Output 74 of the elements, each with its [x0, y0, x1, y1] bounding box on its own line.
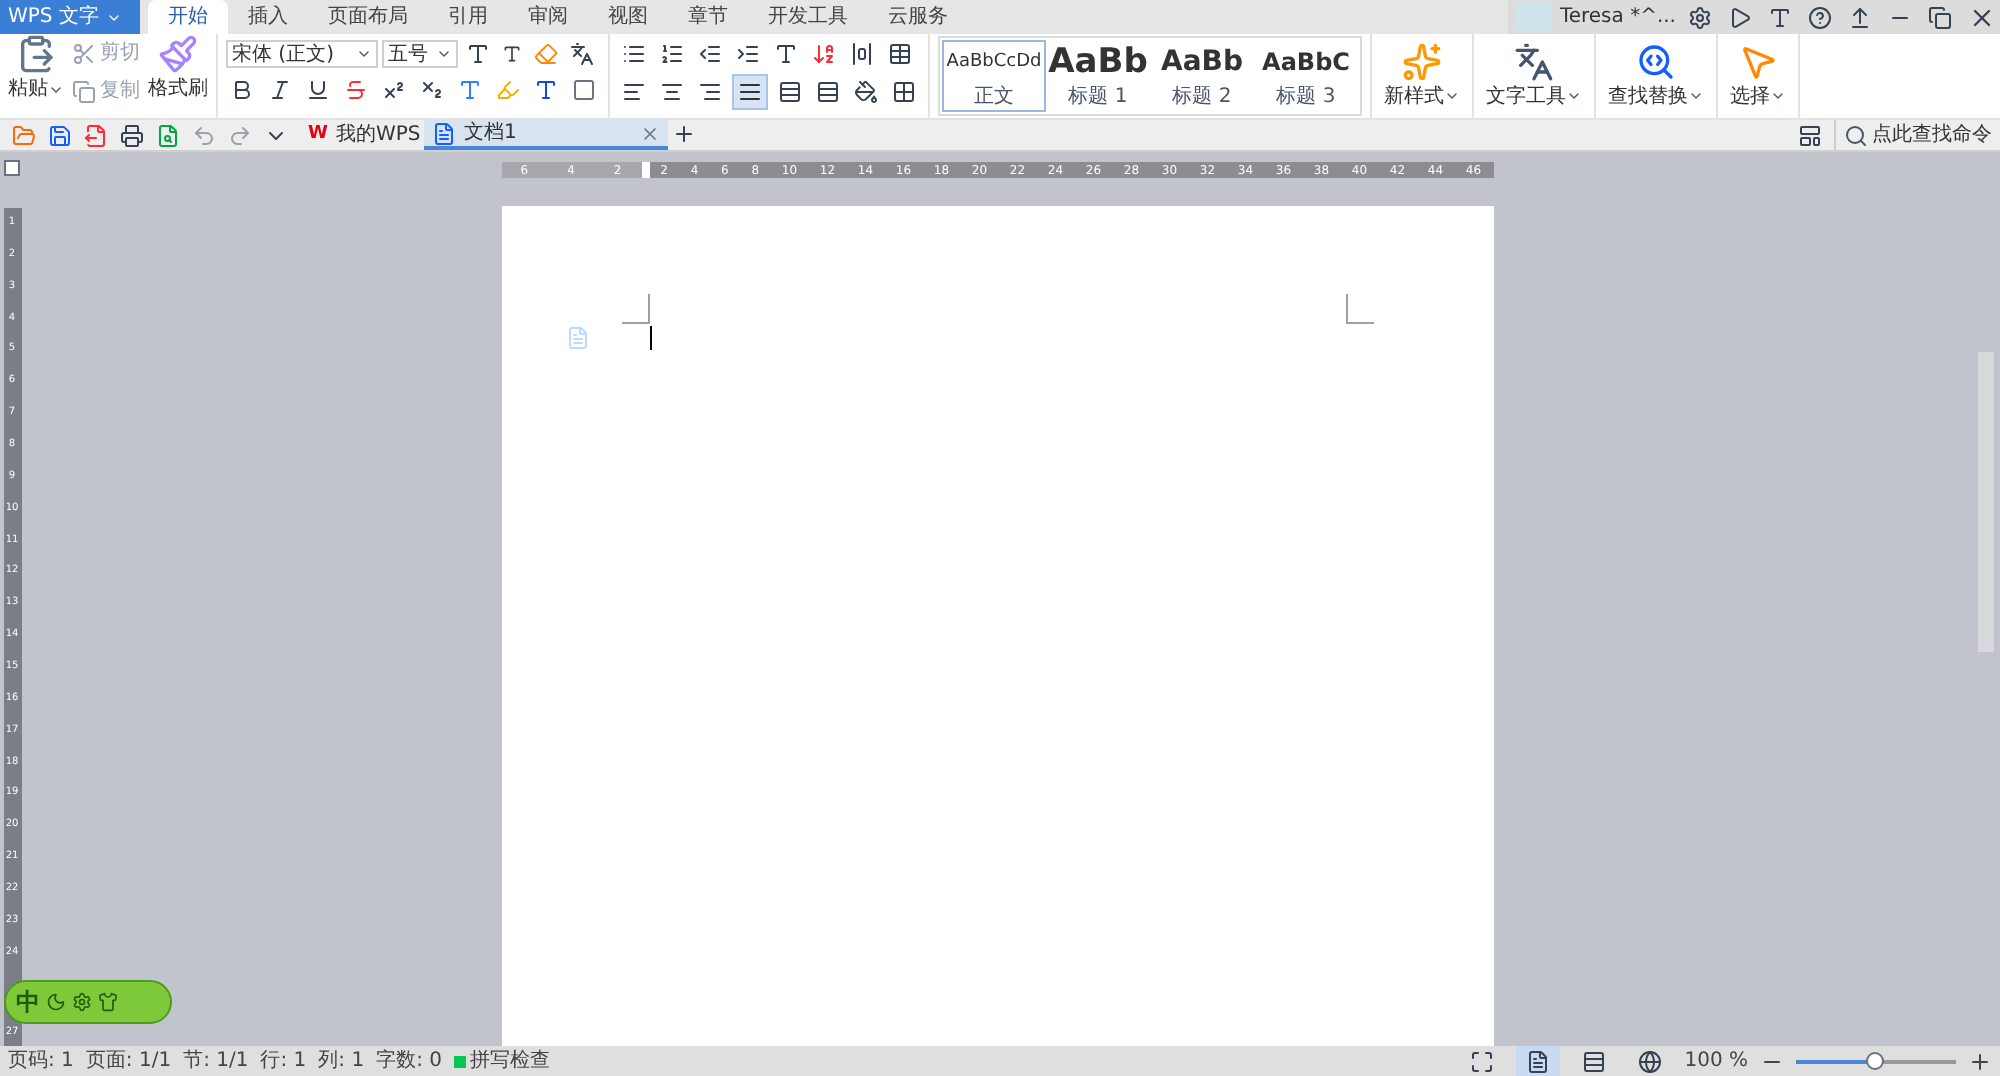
menu-tab[interactable]: 视图	[588, 0, 668, 34]
zoom-text: 100 %	[1684, 1048, 1748, 1076]
paste-button[interactable]: 粘贴	[8, 34, 64, 104]
close-tab-icon	[640, 123, 660, 143]
status-text: 页面: 1/1	[85, 1048, 172, 1076]
search-icon	[1844, 123, 1868, 147]
border-icon[interactable]	[888, 76, 920, 108]
caret-icon	[436, 46, 452, 62]
command-search-field[interactable]: 点此查找命令	[1834, 120, 1992, 150]
style-option[interactable]: AaBb 标题 2	[1150, 40, 1254, 112]
help-icon[interactable]	[1804, 1, 1836, 33]
caret-icon	[1444, 88, 1460, 104]
indent-marker-icon	[641, 162, 649, 178]
wps-logo: W	[308, 121, 328, 148]
view-mode-button[interactable]	[1516, 1046, 1561, 1076]
view-icon	[1638, 1049, 1663, 1073]
status-text: 页码: 1	[8, 1048, 74, 1076]
document-tab[interactable]: 文档1	[424, 120, 668, 150]
moon-icon	[46, 992, 66, 1012]
spell-check[interactable]: 拼写检查	[454, 1046, 550, 1076]
justify-lines-icon	[738, 80, 762, 104]
caret-icon	[356, 46, 372, 62]
restore-icon[interactable]	[1924, 1, 1956, 33]
style-option[interactable]: AaBb 标题 1	[1046, 40, 1150, 112]
caret-icon	[1566, 88, 1582, 104]
document-icon	[432, 121, 456, 145]
shading-icon[interactable]	[850, 76, 882, 108]
caret-icon	[1688, 88, 1704, 104]
input-method-bar[interactable]: 中	[4, 980, 172, 1024]
text-cursor	[650, 326, 652, 350]
sparkle-letter-icon	[1402, 41, 1442, 81]
zoom-in-icon	[1968, 1049, 1992, 1073]
app-menu-button[interactable]: WPS 文字	[0, 0, 140, 34]
magnifier-icon	[1636, 41, 1676, 81]
printer-icon[interactable]	[116, 119, 148, 151]
scissors-icon	[72, 41, 96, 65]
corner-mark	[1346, 294, 1374, 324]
status-text: 行: 1	[260, 1048, 307, 1076]
caret-icon	[1770, 88, 1786, 104]
pointer-icon	[1738, 41, 1778, 81]
ribbon-button[interactable]: 查找替换	[1608, 41, 1704, 111]
style-option[interactable]: AaBbC 标题 3	[1254, 40, 1358, 112]
status-text: 字数: 0	[376, 1047, 442, 1076]
font-family-field[interactable]: 宋体 (正文)	[226, 40, 378, 68]
ribbon-button[interactable]: 新样式	[1384, 41, 1460, 111]
style-option[interactable]: AaBbCcDd 正文	[942, 40, 1046, 112]
clipboard-icon	[16, 34, 56, 74]
menu-tab[interactable]: 页面布局	[308, 0, 428, 34]
translate-icon	[1514, 41, 1554, 81]
format-painter-button[interactable]: 格式刷	[148, 34, 208, 104]
font-size-field[interactable]: 五号	[382, 40, 458, 68]
ruler-corner-icon	[4, 160, 20, 176]
copy-icon	[72, 79, 96, 103]
status-text: 列: 1	[318, 1048, 365, 1076]
brush-icon	[158, 34, 198, 74]
table-icon[interactable]	[884, 38, 916, 70]
ribbon-button[interactable]: 选择	[1730, 41, 1786, 111]
justify-icon[interactable]	[732, 74, 768, 110]
paragraph-icon	[566, 326, 590, 350]
view-icon	[1582, 1049, 1607, 1073]
gear-icon	[72, 992, 92, 1012]
view-icon	[1526, 1049, 1551, 1073]
menu-tab[interactable]: 章节	[668, 0, 748, 34]
menu-tab[interactable]: 开始	[148, 0, 228, 34]
status-text: 节: 1/1	[183, 1047, 249, 1076]
view-icon	[1470, 1049, 1495, 1073]
menu-tab[interactable]: 引用	[428, 0, 508, 34]
ribbon-button[interactable]: 文字工具	[1486, 41, 1582, 111]
corner-mark	[622, 294, 650, 324]
menu-tab[interactable]: 开发工具	[748, 0, 868, 34]
menu-tab[interactable]: 审阅	[508, 0, 588, 34]
menu-tab[interactable]: 云服务	[868, 0, 968, 34]
menu-tab[interactable]: 插入	[228, 0, 308, 34]
shirt-icon	[98, 992, 118, 1012]
